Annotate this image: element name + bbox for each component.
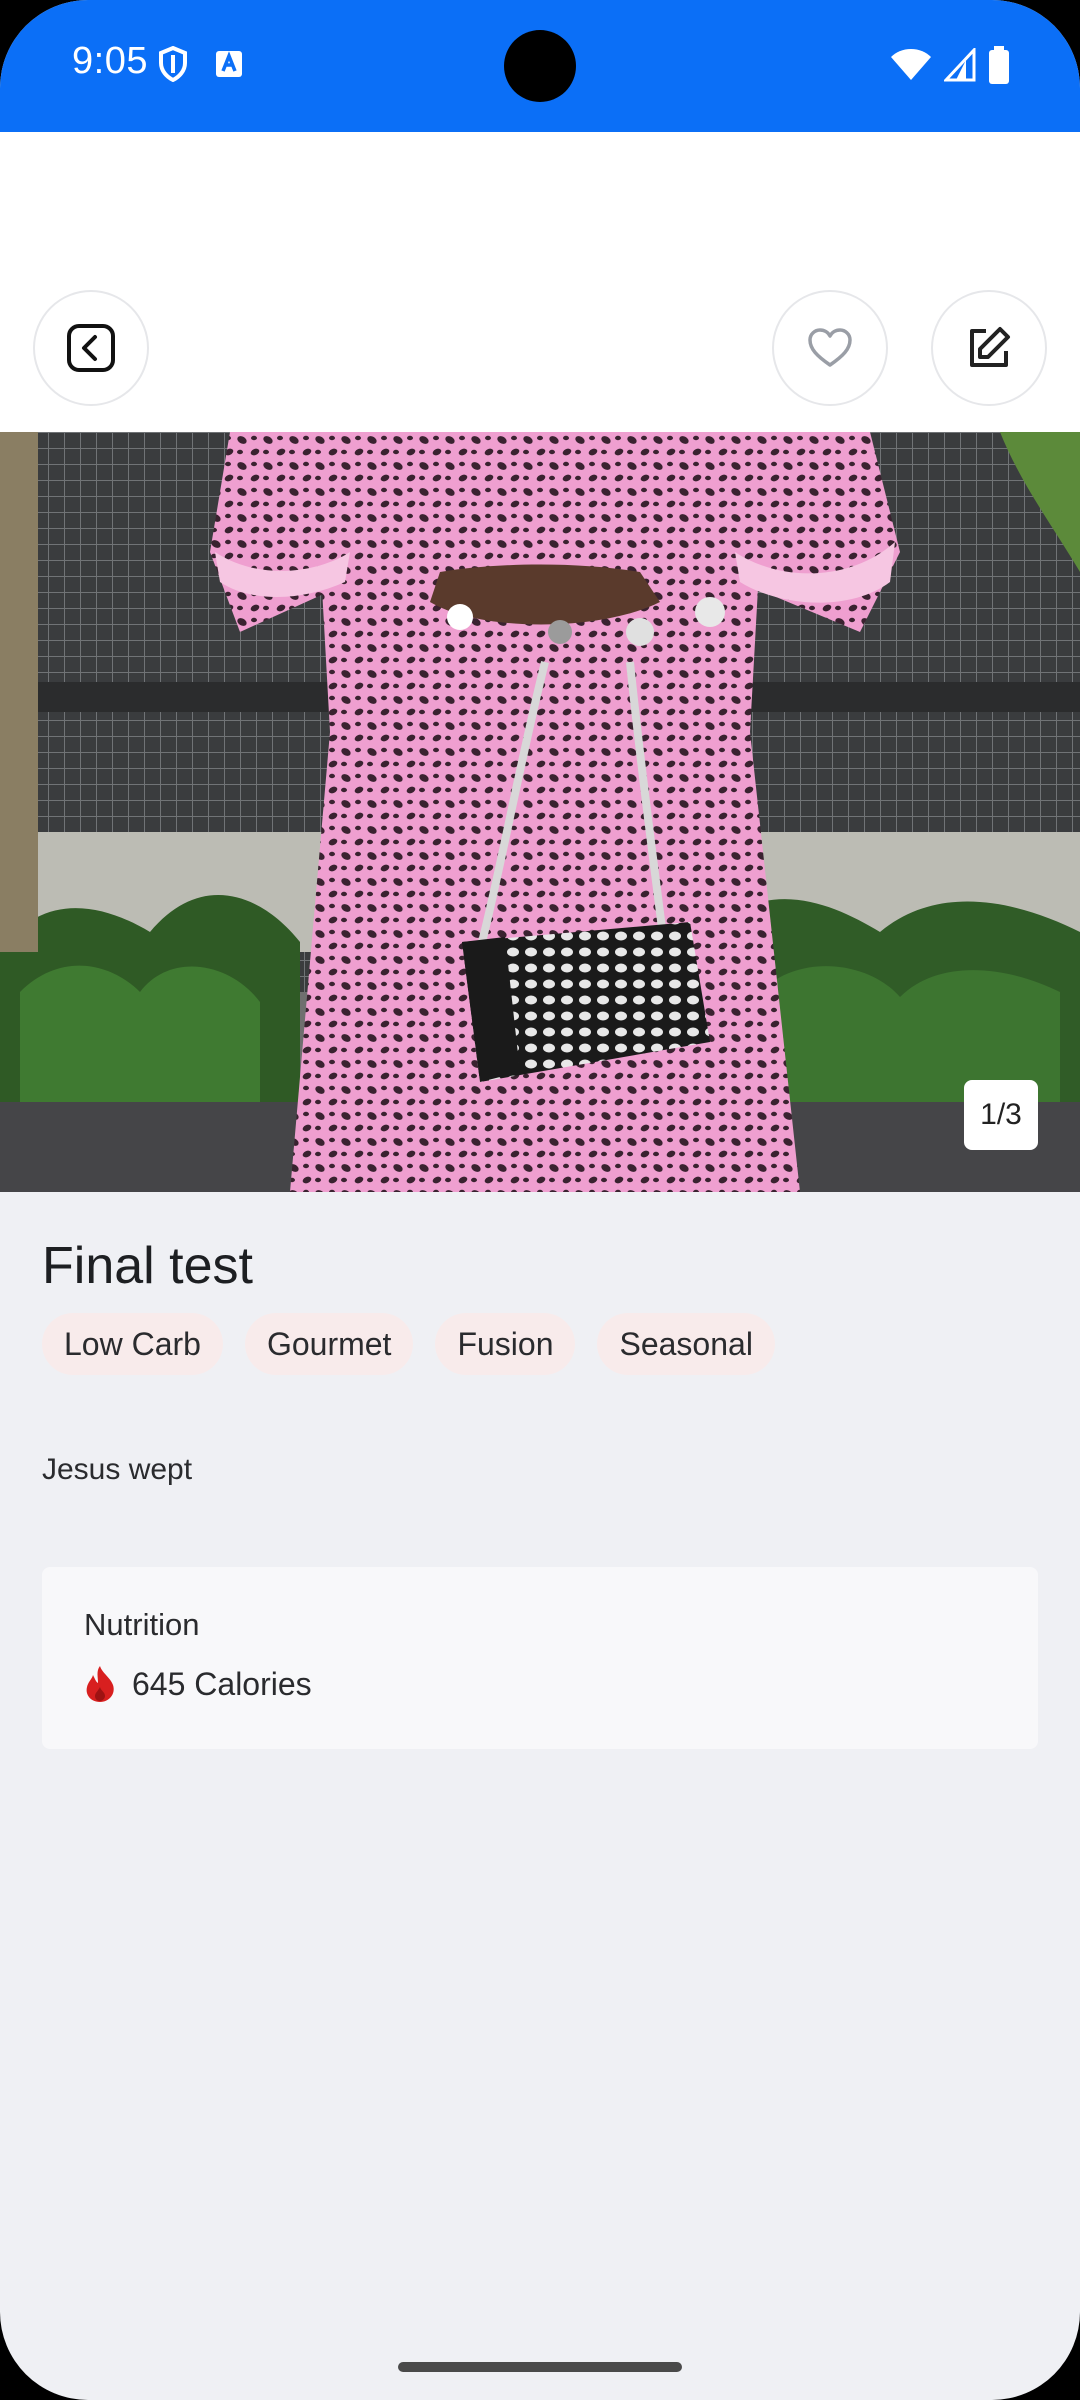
tag-chip[interactable]: Gourmet: [244, 1313, 414, 1376]
recipe-details: Final test Low Carb Gourmet Fusion Seaso…: [0, 1192, 1080, 1750]
tag-chip[interactable]: Low Carb: [42, 1313, 223, 1376]
cellular-signal-icon: [944, 48, 976, 82]
image-counter: 1/3: [964, 1080, 1038, 1150]
tag-chip[interactable]: Seasonal: [597, 1313, 775, 1376]
app-header: [0, 132, 1080, 432]
status-bar: 9:05: [0, 0, 1080, 132]
wifi-icon: [891, 49, 931, 80]
edit-button[interactable]: [931, 290, 1047, 406]
status-time: 9:05: [72, 40, 148, 82]
nutrition-label: Nutrition: [84, 1607, 200, 1643]
battery-icon: [989, 46, 1009, 84]
flame-icon: [86, 1666, 114, 1703]
edit-icon: [970, 327, 1010, 367]
camera-cutout: [504, 30, 576, 102]
calories-text: 645 Calories: [132, 1665, 312, 1702]
nutrition-card: Nutrition 645 Calories: [42, 1567, 1038, 1750]
keyboard-a-icon: [216, 51, 242, 77]
chevron-left-icon: [67, 324, 115, 372]
heart-icon: [808, 328, 852, 367]
back-button[interactable]: [33, 290, 149, 406]
status-right-icons: [890, 46, 1010, 84]
recipe-image[interactable]: 1/3: [0, 432, 1080, 1192]
calories-row: 645 Calories: [84, 1665, 996, 1703]
recipe-description: Jesus wept: [42, 1453, 193, 1487]
home-indicator[interactable]: [398, 2362, 682, 2372]
favorite-button[interactable]: [772, 290, 888, 406]
tag-chip[interactable]: Fusion: [435, 1313, 576, 1376]
phone-screen: 9:05 1/3 Final test Low Carb Gourmet Fus…: [0, 0, 1080, 2400]
tag-list: Low Carb Gourmet Fusion Seasonal: [42, 1313, 1038, 1376]
status-left-icons: [158, 46, 244, 82]
recipe-photo: [0, 432, 1080, 1192]
recipe-title: Final test: [42, 1237, 253, 1295]
vpn-shield-icon: [159, 46, 187, 82]
